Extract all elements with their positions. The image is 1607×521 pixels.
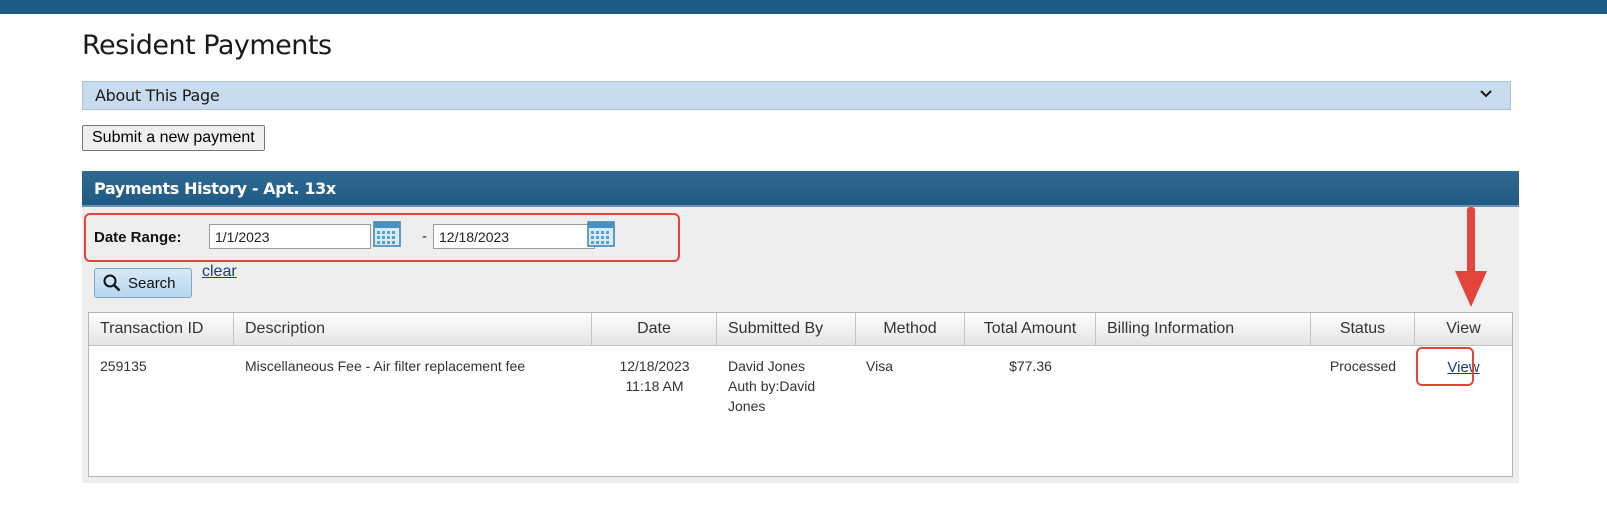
- date-range-separator: -: [422, 228, 427, 245]
- column-header-description[interactable]: Description: [234, 313, 592, 345]
- view-link-highlight: [1416, 347, 1474, 386]
- cell-transaction-id: 259135: [100, 358, 147, 374]
- chevron-down-icon: [1480, 90, 1492, 98]
- search-button-label: Search: [128, 275, 176, 292]
- cell-total-amount: $77.36: [1009, 358, 1052, 374]
- column-header-transaction-id[interactable]: Transaction ID: [89, 313, 234, 345]
- about-this-page-toggle[interactable]: About This Page: [82, 81, 1511, 110]
- column-header-submitted-by[interactable]: Submitted By: [717, 313, 856, 345]
- arrow-down-icon: [1455, 207, 1487, 307]
- table-header: Transaction ID Description Date Submitte…: [89, 313, 1512, 346]
- cell-date-time: 11:18 AM: [625, 378, 684, 394]
- cell-submitted-by: David Jones Auth by:David Jones: [728, 356, 815, 416]
- column-header-status[interactable]: Status: [1311, 313, 1415, 345]
- end-date-input[interactable]: [433, 224, 595, 249]
- about-this-page-label: About This Page: [95, 86, 220, 105]
- cell-date-day: 12/18/2023: [619, 358, 690, 374]
- cell-date: 12/18/2023 11:18 AM: [592, 356, 717, 396]
- payments-history-title: Payments History - Apt. 13x: [94, 179, 336, 198]
- start-date-input[interactable]: [209, 224, 371, 249]
- date-range-label: Date Range:: [94, 229, 182, 246]
- cell-auth-by-line1: Auth by:David: [728, 378, 816, 394]
- cell-method: Visa: [866, 358, 893, 374]
- clear-link[interactable]: clear: [202, 263, 237, 281]
- payments-history-header: Payments History - Apt. 13x: [82, 171, 1519, 207]
- cell-status: Processed: [1329, 358, 1397, 374]
- cell-description: Miscellaneous Fee - Air filter replaceme…: [245, 358, 526, 374]
- column-header-date[interactable]: Date: [592, 313, 717, 345]
- cell-auth-by-line2: Jones: [728, 398, 766, 414]
- column-header-billing-information[interactable]: Billing Information: [1096, 313, 1311, 345]
- column-header-total-amount[interactable]: Total Amount: [965, 313, 1096, 345]
- page-title: Resident Payments: [82, 30, 332, 61]
- top-bar: [0, 0, 1607, 14]
- calendar-icon[interactable]: [587, 221, 615, 247]
- column-header-view: View: [1446, 320, 1481, 337]
- cell-submitted-by-name: David Jones: [728, 358, 806, 374]
- payments-table: Transaction ID Description Date Submitte…: [88, 312, 1513, 477]
- calendar-icon[interactable]: [373, 221, 401, 247]
- search-button[interactable]: Search: [94, 268, 192, 298]
- payments-history-panel: Payments History - Apt. 13x Date Range: …: [82, 171, 1519, 483]
- column-header-method[interactable]: Method: [856, 313, 965, 345]
- submit-new-payment-button[interactable]: Submit a new payment: [82, 125, 265, 151]
- search-icon: [103, 274, 121, 292]
